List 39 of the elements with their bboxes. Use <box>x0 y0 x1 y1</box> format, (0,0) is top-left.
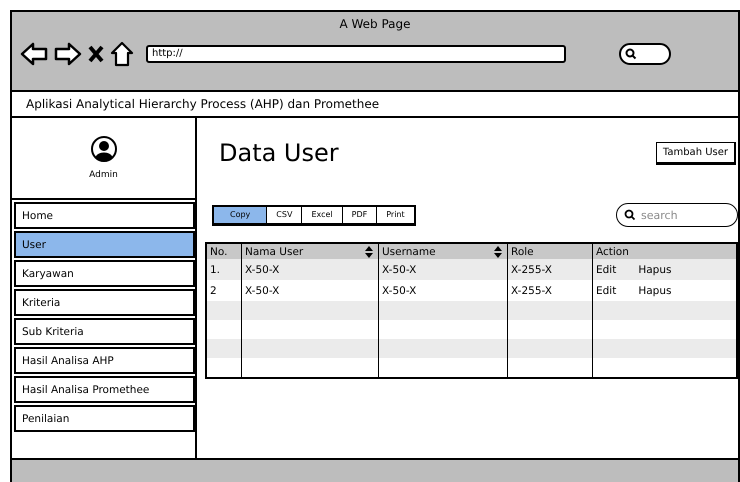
address-field[interactable]: http:// <box>146 45 566 63</box>
window-title: A Web Page <box>338 16 412 33</box>
search-icon <box>624 209 636 221</box>
sidebar-item[interactable]: Hasil Analisa AHP <box>14 347 195 374</box>
sidebar-item[interactable]: User <box>14 231 195 258</box>
sidebar-item[interactable]: Kriteria <box>14 289 195 316</box>
action-link[interactable]: Hapus <box>638 284 672 296</box>
sidebar-item[interactable]: Home <box>14 202 195 229</box>
search-icon <box>625 48 637 60</box>
action-link[interactable]: Hapus <box>638 264 672 276</box>
sidebar-item[interactable]: Sub Kriteria <box>14 318 195 345</box>
back-icon[interactable] <box>20 42 48 66</box>
table-cell: X-50-X <box>242 259 378 280</box>
column-header[interactable]: Nama User <box>242 243 378 259</box>
avatar-icon <box>90 136 116 162</box>
action-link[interactable]: Edit <box>596 284 616 296</box>
action-link[interactable]: Edit <box>596 264 616 276</box>
page-title: Data User <box>219 139 339 167</box>
sort-icon[interactable] <box>365 246 373 258</box>
home-icon[interactable] <box>110 41 134 67</box>
forward-icon[interactable] <box>54 42 82 66</box>
add-user-button[interactable]: Tambah User <box>656 142 736 164</box>
table-cell: X-50-X <box>378 259 508 280</box>
sidebar-item[interactable]: Karyawan <box>14 260 195 287</box>
search-field[interactable]: search <box>616 203 738 227</box>
column-header: No. <box>206 243 242 259</box>
profile-name: Admin <box>89 170 118 180</box>
close-icon[interactable] <box>88 45 104 63</box>
column-header: Action <box>592 243 737 259</box>
table-cell: 1. <box>206 259 242 280</box>
column-header[interactable]: Username <box>378 243 508 259</box>
sidebar-item[interactable]: Penilaian <box>14 405 195 432</box>
sort-icon[interactable] <box>494 246 502 258</box>
sidebar-item[interactable]: Hasil Analisa Promethee <box>14 376 195 403</box>
app-title: Aplikasi Analytical Hierarchy Process (AHP) dan Promethee <box>12 92 738 118</box>
table-cell: X-255-X <box>508 259 592 280</box>
search-field[interactable] <box>619 43 671 65</box>
column-header: Role <box>508 243 592 259</box>
export-button[interactable]: Copy <box>214 206 266 222</box>
